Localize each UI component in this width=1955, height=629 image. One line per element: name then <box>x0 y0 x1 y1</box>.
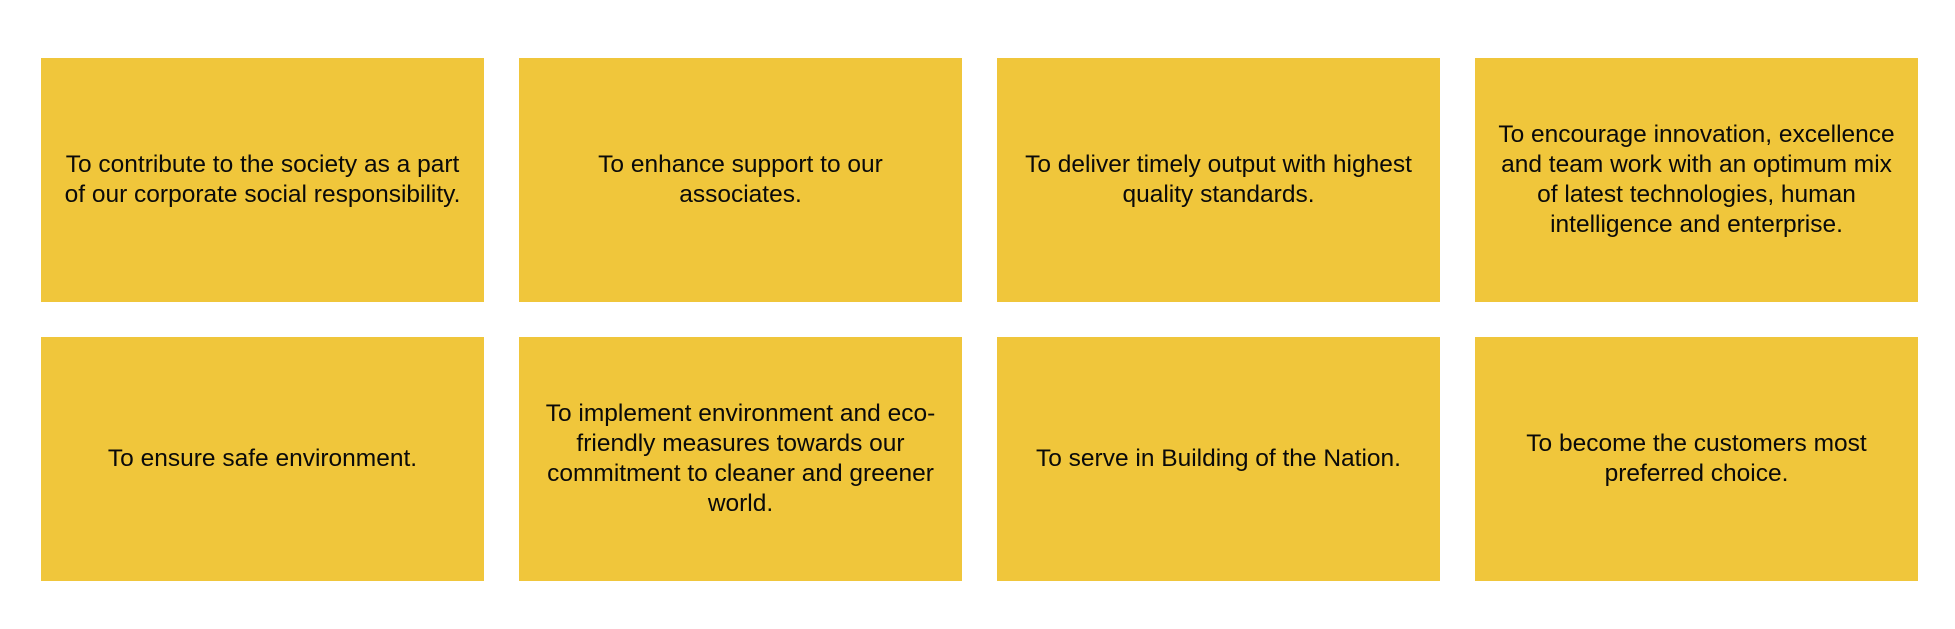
objective-text: To enhance support to our associates. <box>598 151 883 208</box>
objective-card-associates: To enhance support to our associates. <box>519 58 962 302</box>
objective-text: To encourage innovation, excellence and … <box>1498 121 1895 238</box>
objective-card-safety: To ensure safe environment. <box>41 337 484 581</box>
objective-text: To serve in Building of the Nation. <box>1036 445 1401 472</box>
objective-card-society: To contribute to the society as a part o… <box>41 58 484 302</box>
objective-card-quality: To deliver timely output with highest qu… <box>997 58 1440 302</box>
objective-text: To implement environment and eco-friendl… <box>545 400 936 517</box>
objective-text: To become the customers most preferred c… <box>1526 430 1867 487</box>
objective-card-innovation: To encourage innovation, excellence and … <box>1475 58 1918 302</box>
objective-text: To ensure safe environment. <box>107 445 418 472</box>
objective-card-nation: To serve in Building of the Nation. <box>997 337 1440 581</box>
objective-card-environment: To implement environment and eco-friendl… <box>519 337 962 581</box>
objective-text: To deliver timely output with highest qu… <box>1025 151 1412 208</box>
objectives-grid: To contribute to the society as a part o… <box>41 58 1918 581</box>
objective-text: To contribute to the society as a part o… <box>64 151 461 208</box>
objective-card-customers: To become the customers most preferred c… <box>1475 337 1918 581</box>
